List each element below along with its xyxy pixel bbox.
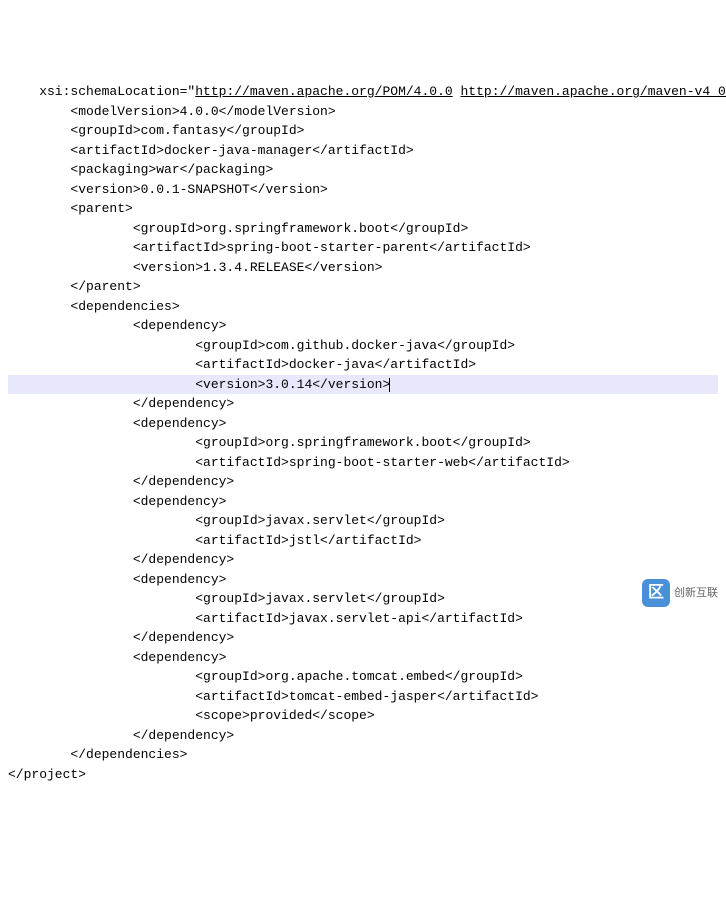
code-line: </dependency> [8, 628, 718, 648]
code-line: <artifactId>docker-java</artifactId> [8, 355, 718, 375]
code-line: <parent> [8, 199, 718, 219]
code-line: <version>3.0.14</version> [8, 375, 718, 395]
code-line: <dependency> [8, 570, 718, 590]
code-line: <artifactId>jstl</artifactId> [8, 531, 718, 551]
code-line: </dependency> [8, 550, 718, 570]
code-line: <artifactId>tomcat-embed-jasper</artifac… [8, 687, 718, 707]
code-line: <dependency> [8, 414, 718, 434]
code-line: <version>1.3.4.RELEASE</version> [8, 258, 718, 278]
code-line: </dependency> [8, 394, 718, 414]
code-viewer: xsi:schemaLocation="http://maven.apache.… [8, 82, 718, 784]
code-line: <version>0.0.1-SNAPSHOT</version> [8, 180, 718, 200]
code-line: <groupId>com.github.docker-java</groupId… [8, 336, 718, 356]
code-line: <artifactId>javax.servlet-api</artifactI… [8, 609, 718, 629]
code-line: <artifactId>docker-java-manager</artifac… [8, 141, 718, 161]
code-line: <packaging>war</packaging> [8, 160, 718, 180]
code-line: <dependencies> [8, 297, 718, 317]
code-line: <artifactId>spring-boot-starter-parent</… [8, 238, 718, 258]
watermark: 区 创新互联 [642, 579, 718, 607]
code-line: <scope>provided</scope> [8, 706, 718, 726]
code-line: <artifactId>spring-boot-starter-web</art… [8, 453, 718, 473]
code-line: xsi:schemaLocation="http://maven.apache.… [8, 82, 718, 102]
code-line: <groupId>org.springframework.boot</group… [8, 219, 718, 239]
code-line: <dependency> [8, 492, 718, 512]
code-line: <groupId>javax.servlet</groupId> [8, 511, 718, 531]
watermark-icon: 区 [642, 579, 670, 607]
url-link: http://maven.apache.org/POM/4.0.0 [195, 84, 452, 99]
code-line: </dependency> [8, 472, 718, 492]
code-line: <dependency> [8, 648, 718, 668]
code-line: </dependencies> [8, 745, 718, 765]
code-line: <groupId>javax.servlet</groupId> [8, 589, 718, 609]
code-line: </dependency> [8, 726, 718, 746]
code-line: </project> [8, 765, 718, 785]
code-line: <groupId>com.fantasy</groupId> [8, 121, 718, 141]
url-link: http://maven.apache.org/maven-v4_0_0.xsd [461, 84, 726, 99]
code-line: <groupId>org.springframework.boot</group… [8, 433, 718, 453]
code-line: <dependency> [8, 316, 718, 336]
code-line: </parent> [8, 277, 718, 297]
code-line: <modelVersion>4.0.0</modelVersion> [8, 102, 718, 122]
code-line: <groupId>org.apache.tomcat.embed</groupI… [8, 667, 718, 687]
text-cursor [389, 378, 390, 392]
watermark-text: 创新互联 [674, 585, 718, 602]
